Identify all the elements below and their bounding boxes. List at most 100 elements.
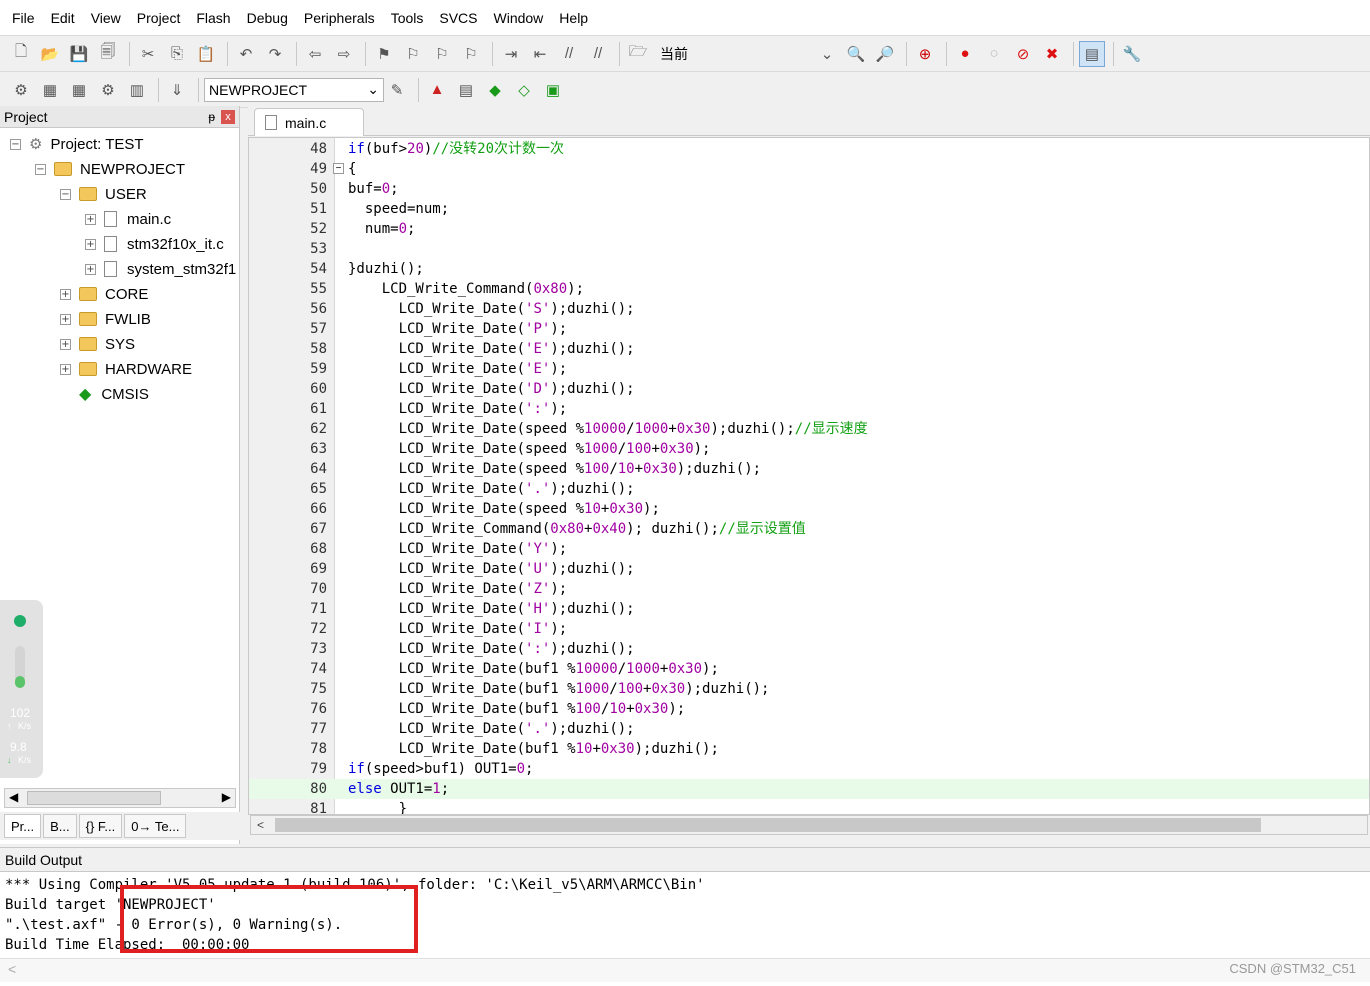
build-horizontal-scrollbar[interactable]: <	[0, 958, 1370, 982]
tree-group-user[interactable]: − USER	[60, 182, 147, 206]
expand-icon[interactable]: +	[85, 263, 96, 275]
save-icon[interactable]: 💾	[66, 41, 92, 67]
collapse-icon[interactable]: −	[10, 138, 21, 150]
editor-horizontal-scrollbar[interactable]: <	[250, 815, 1368, 835]
tab-books[interactable]: B...	[43, 814, 77, 838]
tab-main-c[interactable]: main.c	[254, 108, 364, 136]
code-line[interactable]: 59 LCD_Write_Date('E');	[249, 359, 1369, 379]
menu-flash[interactable]: Flash	[188, 0, 238, 36]
menu-window[interactable]: Window	[486, 0, 552, 36]
tree-group-fwlib[interactable]: + FWLIB	[60, 307, 151, 331]
code-line[interactable]: 57 LCD_Write_Date('P');	[249, 319, 1369, 339]
code-line[interactable]: 76 LCD_Write_Date(buf1 %100/10+0x30);	[249, 699, 1369, 719]
menu-help[interactable]: Help	[551, 0, 596, 36]
code-line[interactable]: 78 LCD_Write_Date(buf1 %10+0x30);duzhi()…	[249, 739, 1369, 759]
menu-project[interactable]: Project	[129, 0, 189, 36]
build-icon[interactable]: ▦	[37, 77, 63, 103]
scroll-thumb[interactable]	[27, 791, 161, 805]
find-icon[interactable]: 🔎	[872, 41, 898, 67]
manage-components-icon[interactable]: ▤	[453, 77, 479, 103]
code-line[interactable]: 49−{	[249, 159, 1369, 179]
configure-icon[interactable]: 🔧	[1119, 41, 1145, 67]
code-line[interactable]: 72 LCD_Write_Date('I');	[249, 619, 1369, 639]
expand-icon[interactable]: +	[60, 338, 71, 350]
code-line[interactable]: 80 else OUT1=1;	[249, 779, 1369, 799]
prev-bookmark-icon[interactable]: ⚐	[400, 41, 426, 67]
run-time-environment-icon[interactable]: ◆	[482, 77, 508, 103]
code-line[interactable]: 61 LCD_Write_Date(':');	[249, 399, 1369, 419]
code-line[interactable]: 81 }	[249, 799, 1369, 814]
disable-breakpoint-icon[interactable]: ○	[981, 41, 1007, 67]
kill-all-breakpoints-icon[interactable]: ✖	[1039, 41, 1065, 67]
uncomment-icon[interactable]: //	[585, 41, 611, 67]
scroll-right-icon[interactable]: ▶	[222, 790, 231, 804]
fold-icon[interactable]: −	[333, 163, 344, 174]
menu-peripherals[interactable]: Peripherals	[296, 0, 383, 36]
expand-icon[interactable]: +	[60, 363, 71, 375]
code-line[interactable]: 63 LCD_Write_Date(speed %1000/100+0x30);	[249, 439, 1369, 459]
code-line[interactable]: 55 LCD_Write_Command(0x80);	[249, 279, 1369, 299]
tree-file[interactable]: + stm32f10x_it.c	[85, 232, 224, 256]
manage-project-items-icon[interactable]: ▲	[424, 77, 450, 103]
code-line[interactable]: 64 LCD_Write_Date(speed %100/10+0x30);du…	[249, 459, 1369, 479]
tab-project[interactable]: Pr...	[4, 814, 42, 838]
comment-icon[interactable]: //	[556, 41, 582, 67]
code-line[interactable]: 75 LCD_Write_Date(buf1 %1000/100+0x30);d…	[249, 679, 1369, 699]
open-file-icon[interactable]: 📂	[37, 41, 63, 67]
cut-icon[interactable]: ✂	[135, 41, 161, 67]
incremental-find-icon[interactable]: 🔍	[843, 41, 869, 67]
undo-icon[interactable]: ↶	[233, 41, 259, 67]
tree-file[interactable]: + main.c	[85, 207, 171, 231]
tab-templates[interactable]: 0→ Te...	[124, 814, 187, 838]
menu-view[interactable]: View	[83, 0, 129, 36]
code-line[interactable]: 56 LCD_Write_Date('S');duzhi();	[249, 299, 1369, 319]
nav-forward-icon[interactable]: ⇨	[331, 41, 357, 67]
code-line[interactable]: 52 num=0;	[249, 219, 1369, 239]
download-icon[interactable]: ⇓	[164, 77, 190, 103]
window-layout-icon[interactable]: ▤	[1079, 40, 1105, 67]
disable-all-breakpoints-icon[interactable]: ⊘	[1010, 41, 1036, 67]
code-editor[interactable]: 48 if(buf>20)//没转20次计数一次 49−{50 buf=0; 51 sp…	[248, 137, 1370, 815]
collapse-icon[interactable]: −	[35, 163, 46, 175]
stop-build-icon[interactable]: ▥	[124, 77, 150, 103]
menu-edit[interactable]: Edit	[43, 0, 83, 36]
code-line[interactable]: 50 buf=0;	[249, 179, 1369, 199]
tree-file[interactable]: + system_stm32f1	[85, 257, 237, 281]
pack-installer-icon[interactable]: ▣	[540, 77, 566, 103]
close-icon[interactable]: x	[221, 109, 235, 124]
expand-icon[interactable]: +	[60, 288, 71, 300]
code-line[interactable]: 60 LCD_Write_Date('D');duzhi();	[249, 379, 1369, 399]
unindent-icon[interactable]: ⇤	[527, 41, 553, 67]
code-line[interactable]: 58 LCD_Write_Date('E');duzhi();	[249, 339, 1369, 359]
code-line[interactable]: 67 LCD_Write_Command(0x80+0x40); duzhi()…	[249, 519, 1369, 539]
tree-group-sys[interactable]: + SYS	[60, 332, 135, 356]
menu-debug[interactable]: Debug	[239, 0, 296, 36]
code-line[interactable]: 69 LCD_Write_Date('U');duzhi();	[249, 559, 1369, 579]
select-packs-icon[interactable]: ◇	[511, 77, 537, 103]
scroll-left-icon[interactable]: <	[257, 816, 264, 834]
rebuild-icon[interactable]: ▦	[66, 77, 92, 103]
code-line[interactable]: 65 LCD_Write_Date('.');duzhi();	[249, 479, 1369, 499]
code-line[interactable]: 79 if(speed>buf1) OUT1=0;	[249, 759, 1369, 779]
code-line[interactable]: 71 LCD_Write_Date('H');duzhi();	[249, 599, 1369, 619]
scroll-thumb[interactable]	[275, 818, 1261, 832]
find-in-files-icon[interactable]: 🗁	[625, 41, 651, 67]
menu-tools[interactable]: Tools	[383, 0, 432, 36]
collapse-icon[interactable]: −	[60, 188, 71, 200]
tree-group-hardware[interactable]: + HARDWARE	[60, 357, 192, 381]
nav-back-icon[interactable]: ⇦	[302, 41, 328, 67]
scroll-left-icon[interactable]: <	[8, 961, 16, 977]
new-file-icon[interactable]: 🗋	[8, 41, 34, 67]
expand-icon[interactable]: +	[85, 238, 96, 250]
target-select[interactable]: NEWPROJECT ⌄	[204, 77, 384, 102]
clear-bookmarks-icon[interactable]: ⚐	[458, 41, 484, 67]
debug-session-icon[interactable]: ⊕	[912, 41, 938, 67]
indent-icon[interactable]: ⇥	[498, 41, 524, 67]
paste-icon[interactable]: 📋	[193, 41, 219, 67]
tab-functions[interactable]: {} F...	[78, 814, 123, 838]
code-line[interactable]: 74 LCD_Write_Date(buf1 %10000/1000+0x30)…	[249, 659, 1369, 679]
code-line[interactable]: 70 LCD_Write_Date('Z');	[249, 579, 1369, 599]
batch-build-icon[interactable]: ⚙	[95, 77, 121, 103]
target-options-icon[interactable]: ✎	[384, 77, 410, 103]
code-line[interactable]: 51 speed=num;	[249, 199, 1369, 219]
